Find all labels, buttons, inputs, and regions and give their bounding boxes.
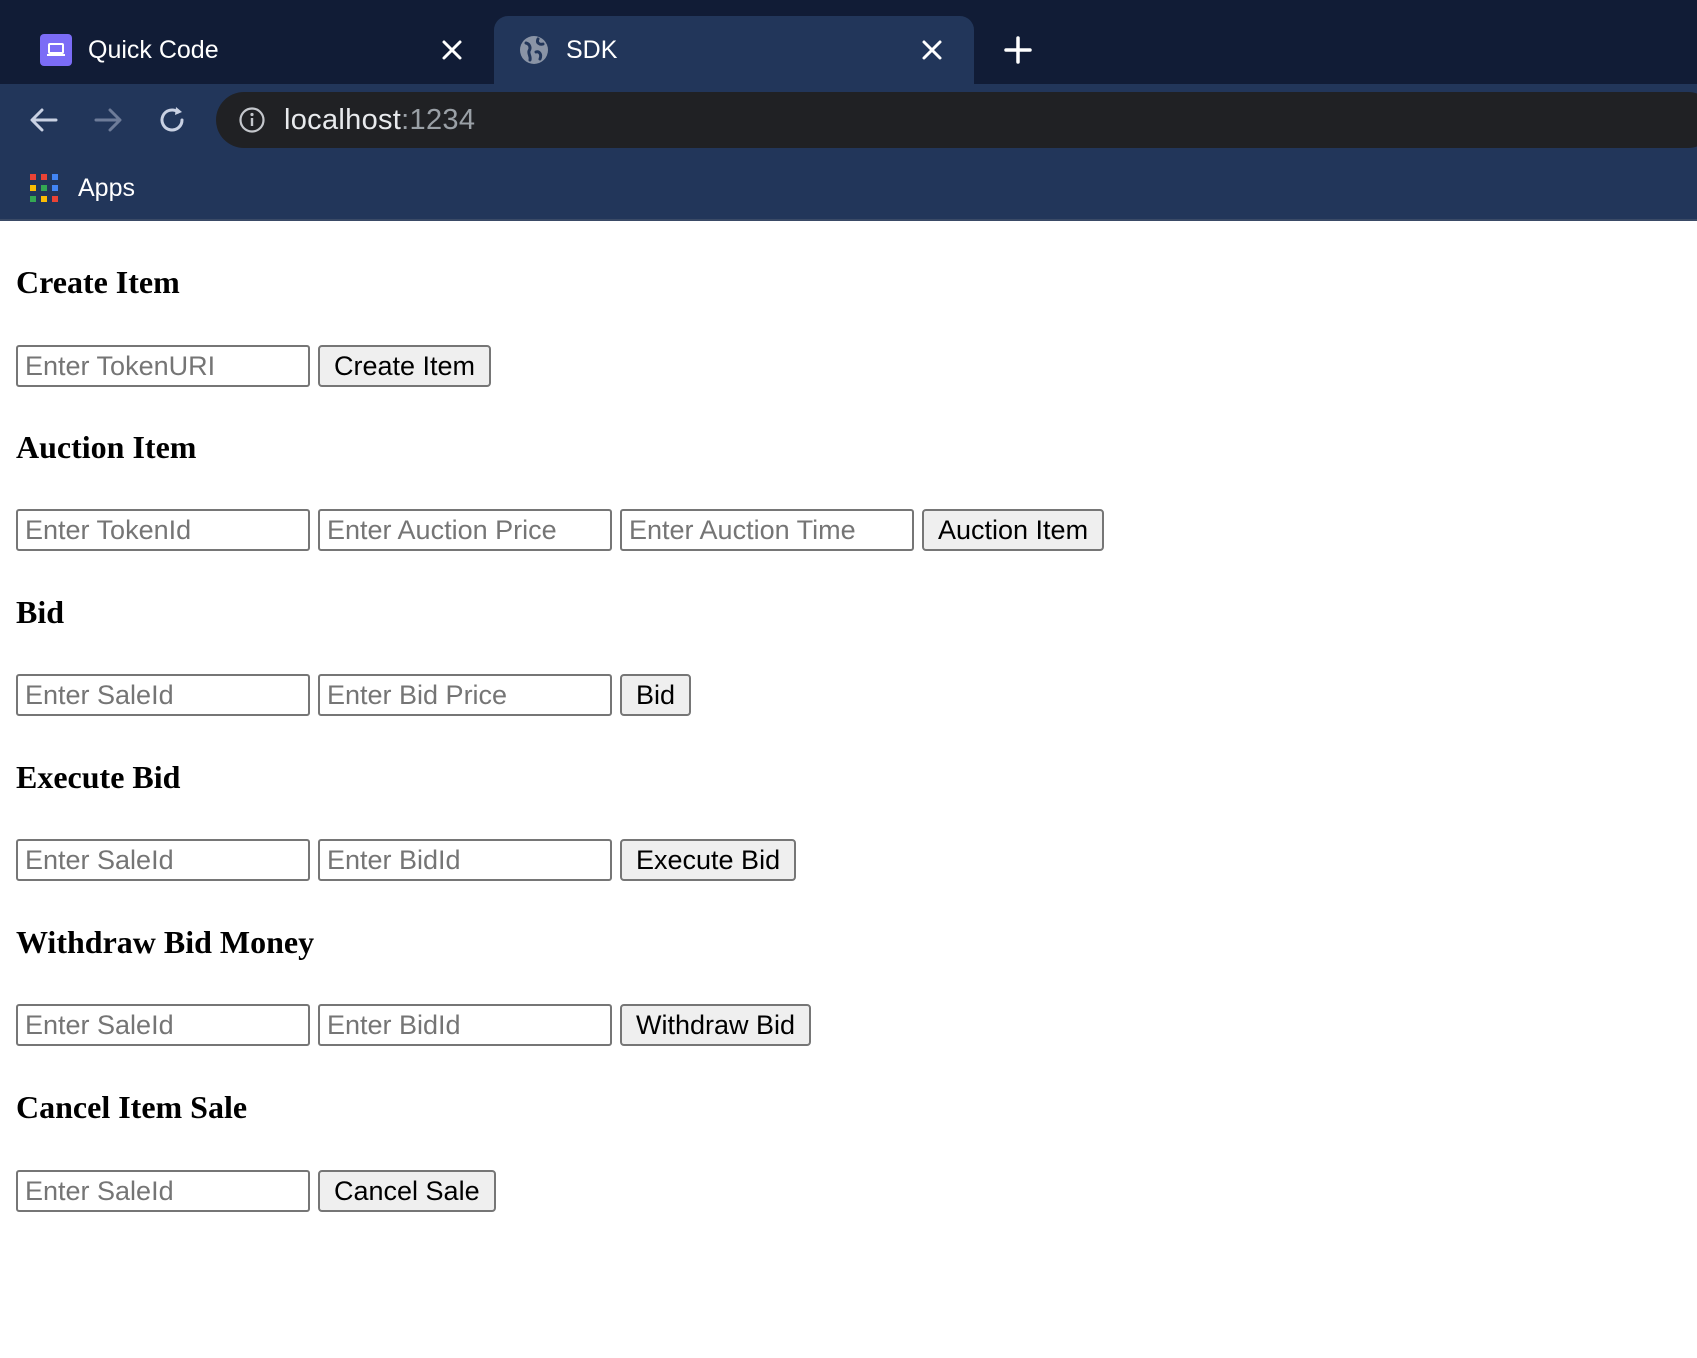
close-tab-icon[interactable] <box>438 36 466 64</box>
tab-quick-code[interactable]: Quick Code <box>0 16 494 84</box>
url-port: :1234 <box>401 104 476 136</box>
new-tab-icon[interactable] <box>1000 32 1036 68</box>
tab-title: Quick Code <box>88 36 219 64</box>
auction-price-input[interactable] <box>318 509 612 551</box>
withdraw-bid-id-input[interactable] <box>318 1004 612 1046</box>
apps-label: Apps <box>78 173 135 202</box>
withdraw-bid-button[interactable]: Withdraw Bid <box>620 1004 812 1046</box>
auction-item-heading: Auction Item <box>16 429 197 465</box>
bid-row: Bid <box>16 674 692 716</box>
url-host: localhost <box>284 104 402 136</box>
bid-button[interactable]: Bid <box>620 674 692 716</box>
auction-item-button[interactable]: Auction Item <box>922 509 1105 551</box>
bid-sale-id-input[interactable] <box>16 674 310 716</box>
execute-bid-id-input[interactable] <box>318 839 612 881</box>
create-item-row: Create Item <box>16 345 492 387</box>
cancel-sale-row: Cancel Sale <box>16 1170 496 1212</box>
laptop-icon <box>40 34 72 66</box>
apps-shortcut[interactable]: Apps <box>30 172 135 204</box>
browser-toolbar: localhost:1234 <box>0 84 1697 156</box>
bookmarks-bar: Apps <box>0 156 1697 221</box>
withdraw-bid-row: Withdraw Bid <box>16 1004 812 1046</box>
execute-bid-row: Execute Bid <box>16 839 797 881</box>
address-bar[interactable]: localhost:1234 <box>216 92 1697 148</box>
create-item-heading: Create Item <box>16 264 180 300</box>
auction-time-input[interactable] <box>620 509 914 551</box>
forward-arrow-icon[interactable] <box>90 102 126 138</box>
withdraw-sale-id-input[interactable] <box>16 1004 310 1046</box>
tab-strip: Quick Code SDK <box>0 0 1697 84</box>
reload-icon[interactable] <box>154 102 190 138</box>
execute-bid-heading: Execute Bid <box>16 759 181 795</box>
globe-icon <box>520 36 548 64</box>
execute-sale-id-input[interactable] <box>16 839 310 881</box>
cancel-sale-heading: Cancel Item Sale <box>16 1089 248 1125</box>
tab-sdk[interactable]: SDK <box>494 16 974 84</box>
token-id-input[interactable] <box>16 509 310 551</box>
tab-title: SDK <box>566 36 618 64</box>
cancel-sale-button[interactable]: Cancel Sale <box>318 1170 496 1212</box>
bid-heading: Bid <box>16 594 65 630</box>
withdraw-bid-heading: Withdraw Bid Money <box>16 924 315 960</box>
auction-item-row: Auction Item <box>16 509 1105 551</box>
create-item-button[interactable]: Create Item <box>318 345 492 387</box>
close-tab-icon[interactable] <box>918 36 946 64</box>
execute-bid-button[interactable]: Execute Bid <box>620 839 797 881</box>
cancel-sale-id-input[interactable] <box>16 1170 310 1212</box>
bid-price-input[interactable] <box>318 674 612 716</box>
token-uri-input[interactable] <box>16 345 310 387</box>
apps-grid-icon <box>30 174 58 202</box>
info-icon[interactable] <box>238 106 266 134</box>
back-arrow-icon[interactable] <box>26 102 62 138</box>
address-url: localhost:1234 <box>284 104 475 136</box>
